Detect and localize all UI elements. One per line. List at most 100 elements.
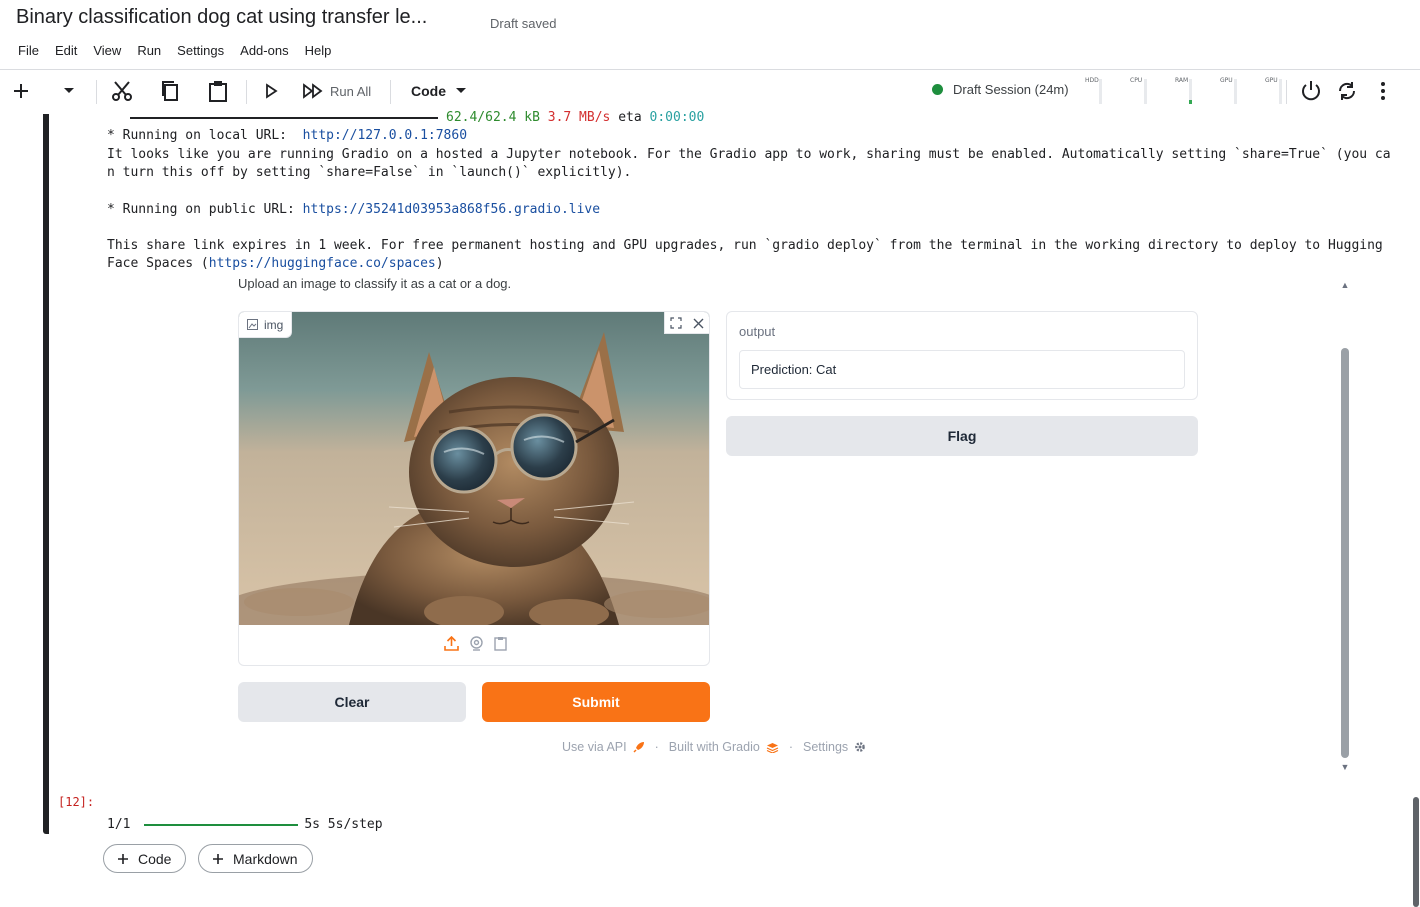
copy-icon <box>162 81 178 101</box>
public-url-link[interactable]: https://35241d03953a868f56.gradio.live <box>303 202 600 217</box>
rocket-icon <box>633 742 644 753</box>
upload-icon <box>443 635 459 651</box>
footer-separator: · <box>788 740 793 754</box>
run-icon <box>266 83 278 99</box>
paste-button[interactable] <box>206 78 230 104</box>
share-notice-line-1: It looks like you are running Gradio on … <box>107 147 1391 162</box>
menu-addons[interactable]: Add-ons <box>240 43 288 58</box>
gear-icon <box>855 742 865 752</box>
download-size: 62.4/62.4 kB <box>446 110 540 125</box>
expiry-notice-line-2: Face Spaces (https://huggingface.co/spac… <box>107 255 444 273</box>
hdd-meter-label: HDD <box>1085 77 1099 84</box>
gradio-logo-icon <box>766 742 779 753</box>
menu-help[interactable]: Help <box>305 43 332 58</box>
prediction-textbox[interactable]: Prediction: Cat <box>739 350 1185 389</box>
gpu-meter-bar <box>1234 79 1237 104</box>
cell-type-value: Code <box>411 83 446 99</box>
clear-button[interactable]: Clear <box>238 682 466 722</box>
webcam-source-button[interactable] <box>469 636 484 656</box>
refresh-icon <box>1338 82 1356 100</box>
clear-image-button[interactable] <box>687 312 709 334</box>
output-block: output Prediction: Cat <box>726 311 1198 400</box>
menu-bar: File Edit View Run Settings Add-ons Help <box>18 43 347 58</box>
cell-type-select[interactable]: Code <box>411 78 466 104</box>
scissors-icon <box>112 81 132 101</box>
download-eta-label: eta <box>618 110 642 125</box>
app-scrollbar-thumb[interactable] <box>1341 348 1349 758</box>
gradio-footer: Use via API · Built with Gradio · Settin… <box>562 740 866 754</box>
ram-meter: RAM <box>1175 77 1199 107</box>
add-code-cell-button[interactable]: Code <box>103 844 187 873</box>
copy-button[interactable] <box>158 78 182 104</box>
step-time: 5s 5s/step <box>304 817 383 832</box>
public-url-line: * Running on public URL: https://35241d0… <box>107 201 600 219</box>
gpu-memory-meter-label: GPU <box>1265 77 1278 84</box>
prediction-progress-bar <box>144 823 299 826</box>
more-options-button[interactable] <box>1374 78 1392 104</box>
app-scrollbar[interactable]: ▲ ▼ <box>1340 280 1350 772</box>
session-status[interactable]: Draft Session (24m) <box>932 82 1069 97</box>
add-icon <box>118 853 128 864</box>
cut-button[interactable] <box>110 78 134 104</box>
cpu-meter-bar <box>1144 79 1147 104</box>
clipboard-icon <box>493 637 507 651</box>
upload-source-button[interactable] <box>443 635 459 656</box>
gpu-memory-meter-bar <box>1279 79 1282 104</box>
local-url-prefix: * Running on local URL: <box>107 128 303 143</box>
active-cell-indicator <box>43 114 49 834</box>
submit-button[interactable]: Submit <box>482 682 710 722</box>
built-with-gradio-link[interactable]: Built with Gradio <box>669 740 760 754</box>
cpu-meter-label: CPU <box>1130 77 1143 84</box>
scroll-down-arrow[interactable]: ▼ <box>1340 762 1350 772</box>
share-notice-line-2: n turn this off by setting `share=False`… <box>107 165 632 180</box>
download-eta: 0:00:00 <box>649 110 705 125</box>
menu-view[interactable]: View <box>93 43 121 58</box>
paste-icon <box>209 81 227 102</box>
download-progress-bar <box>130 116 438 119</box>
restart-button[interactable] <box>1334 78 1360 104</box>
image-input[interactable]: img <box>238 311 710 666</box>
run-all-button[interactable]: Run All <box>302 78 371 104</box>
local-url-link[interactable]: http://127.0.0.1:7860 <box>303 128 467 143</box>
page-scrollbar-thumb[interactable] <box>1413 797 1419 907</box>
add-icon <box>213 853 223 864</box>
power-icon <box>1302 81 1320 101</box>
add-markdown-cell-button[interactable]: Markdown <box>198 844 313 873</box>
fullscreen-button[interactable] <box>665 312 687 334</box>
toolbar-divider <box>246 80 247 104</box>
flag-button[interactable]: Flag <box>726 416 1198 456</box>
download-progress-line: 62.4/62.4 kB 3.7 MB/s eta 0:00:00 <box>107 109 704 127</box>
add-cell-dropdown[interactable] <box>58 78 80 104</box>
huggingface-spaces-link[interactable]: https://huggingface.co/spaces <box>209 256 436 271</box>
menu-settings[interactable]: Settings <box>177 43 224 58</box>
notebook-title[interactable]: Binary classification dog cat using tran… <box>16 6 427 29</box>
chevron-down-icon <box>64 88 74 93</box>
image-source-bar <box>239 625 709 665</box>
gpu-meter-label: GPU <box>1220 77 1233 84</box>
expiry-suffix: ) <box>435 256 444 271</box>
hdd-meter-bar <box>1099 79 1102 104</box>
local-url-line: * Running on local URL: http://127.0.0.1… <box>107 127 467 145</box>
expiry-prefix: Face Spaces ( <box>107 256 209 271</box>
menu-file[interactable]: File <box>18 43 39 58</box>
menu-edit[interactable]: Edit <box>55 43 77 58</box>
settings-link[interactable]: Settings <box>803 740 848 754</box>
add-icon <box>14 84 28 98</box>
expiry-notice-line-1: This share link expires in 1 week. For f… <box>107 238 1383 253</box>
use-via-api-link[interactable]: Use via API <box>562 740 627 754</box>
toolbar-divider <box>390 80 391 104</box>
session-indicator <box>932 84 943 95</box>
clipboard-source-button[interactable] <box>493 636 507 656</box>
ram-meter-label: RAM <box>1175 77 1189 84</box>
notebook-header: Binary classification dog cat using tran… <box>0 0 1420 70</box>
add-cell-button[interactable] <box>10 78 32 104</box>
add-code-label: Code <box>138 850 172 867</box>
scroll-up-arrow[interactable]: ▲ <box>1340 280 1350 290</box>
public-url-prefix: * Running on public URL: <box>107 202 303 217</box>
run-cell-button[interactable] <box>260 78 282 104</box>
toolbar-divider <box>1286 80 1287 104</box>
cpu-meter: CPU <box>1130 77 1154 107</box>
menu-run[interactable]: Run <box>137 43 161 58</box>
power-button[interactable] <box>1298 78 1324 104</box>
chevron-down-icon <box>456 88 466 93</box>
